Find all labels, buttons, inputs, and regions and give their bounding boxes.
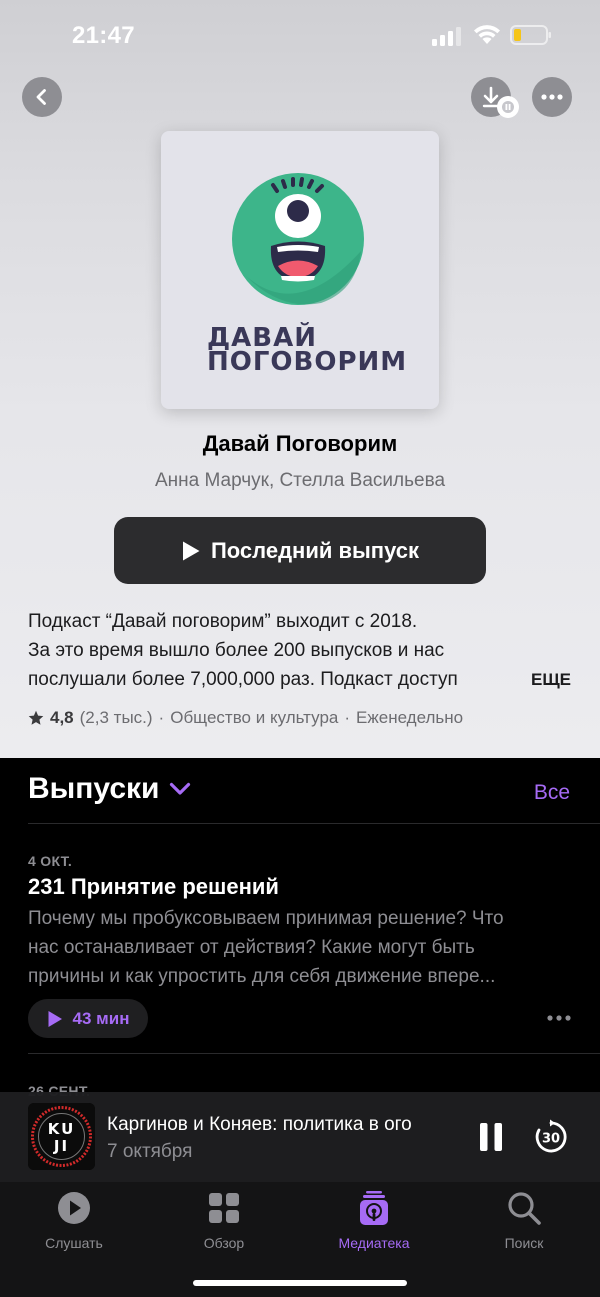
mini-player[interactable]: KU JI Каргинов и Коняев: политика в ого … xyxy=(0,1092,600,1182)
cellular-signal-icon xyxy=(432,27,461,46)
wifi-icon xyxy=(474,25,500,44)
now-playing-title: Каргинов и Коняев: политика в ого xyxy=(107,1114,412,1135)
rating-value: 4,8 xyxy=(50,708,74,727)
tab-library[interactable]: Медиатека xyxy=(309,1190,439,1251)
episode-description: Почему мы пробуксовываем принимая решени… xyxy=(28,904,573,991)
tab-search[interactable]: Поиск xyxy=(459,1190,589,1251)
episode-description-line: причины и как упростить для себя движени… xyxy=(28,966,496,987)
see-all-link[interactable]: Все xyxy=(534,781,570,805)
play-icon xyxy=(48,1010,62,1027)
latest-episode-button[interactable]: Последний выпуск xyxy=(114,517,486,584)
library-icon xyxy=(360,1191,388,1225)
now-playing-date: 7 октября xyxy=(107,1141,193,1162)
star-icon xyxy=(28,710,44,725)
battery-icon xyxy=(510,25,551,45)
tab-browse[interactable]: Обзор xyxy=(159,1190,289,1251)
pause-badge-icon xyxy=(502,101,514,113)
meta-separator: · xyxy=(158,708,165,727)
latest-episode-label: Последний выпуск xyxy=(210,537,420,563)
back-button[interactable] xyxy=(22,77,62,117)
description-line: За это время вышло более 200 выпусков и … xyxy=(28,640,445,661)
svg-text:JI: JI xyxy=(53,1137,69,1155)
podcast-meta-row: 4,8 (2,3 тыс.) · Общество и культура · Е… xyxy=(28,708,463,728)
more-options-button[interactable] xyxy=(532,77,572,117)
svg-text:KU: KU xyxy=(48,1120,76,1138)
tab-listen[interactable]: Слушать xyxy=(9,1190,139,1251)
play-circle-icon xyxy=(58,1192,90,1224)
podcast-artwork: ДАВАЙ ПОГОВОРИМ xyxy=(161,131,439,409)
ellipsis-icon xyxy=(541,94,563,100)
tab-label: Поиск xyxy=(504,1235,544,1251)
artwork-title-line2: ПОГОВОРИМ xyxy=(207,347,408,377)
mini-player-artwork: KU JI xyxy=(28,1103,95,1170)
tab-label: Медиатека xyxy=(338,1235,410,1251)
episode-more-icon[interactable] xyxy=(546,1010,572,1026)
search-icon xyxy=(508,1192,541,1225)
podcast-title: Давай Поговорим xyxy=(202,431,398,456)
more-description-link[interactable]: ЕЩЕ xyxy=(531,665,571,694)
episode-description-line: нас останавливает от действия? Какие мог… xyxy=(28,937,475,958)
category-link[interactable]: Общество и культура xyxy=(170,708,338,728)
skip-forward-icon[interactable]: 30 xyxy=(533,1119,569,1155)
chevron-down-icon xyxy=(170,782,191,795)
kuji-logo-icon: KU JI xyxy=(28,1103,95,1170)
episode-title[interactable]: 231 Принятие решений xyxy=(28,874,279,900)
rating-count: (2,3 тыс.) xyxy=(79,708,153,727)
description-line: Подкаст “Давай поговорим” выходит с 2018… xyxy=(28,611,418,632)
episode-description-line: Почему мы пробуксовываем принимая решени… xyxy=(28,908,504,929)
frequency-label: Еженедельно xyxy=(356,708,464,727)
chevron-left-icon xyxy=(36,89,46,105)
play-icon xyxy=(182,541,200,560)
episode-date: 4 ОКТ. xyxy=(28,853,73,869)
episodes-header[interactable]: Выпуски xyxy=(28,772,191,806)
episodes-title: Выпуски xyxy=(28,772,160,805)
meta-separator: · xyxy=(344,708,351,727)
home-indicator xyxy=(193,1280,407,1286)
download-paused-badge xyxy=(497,96,519,118)
episode-play-button[interactable]: 43 мин xyxy=(28,999,148,1038)
grid-icon xyxy=(209,1193,239,1223)
pause-icon[interactable] xyxy=(478,1122,504,1152)
skip-seconds: 30 xyxy=(542,1132,560,1147)
status-time: 21:47 xyxy=(72,22,135,49)
divider xyxy=(28,823,600,824)
podcast-authors[interactable]: Анна Марчук, Стелла Васильева xyxy=(0,470,600,492)
description-line: послушали более 7,000,000 раз. Подкаст д… xyxy=(28,669,458,690)
podcast-description[interactable]: Подкаст “Давай поговорим” выходит с 2018… xyxy=(28,607,573,694)
tab-label: Обзор xyxy=(203,1235,245,1251)
episode-duration: 43 мин xyxy=(72,1008,130,1028)
tab-label: Слушать xyxy=(45,1235,103,1251)
divider xyxy=(28,1053,600,1054)
